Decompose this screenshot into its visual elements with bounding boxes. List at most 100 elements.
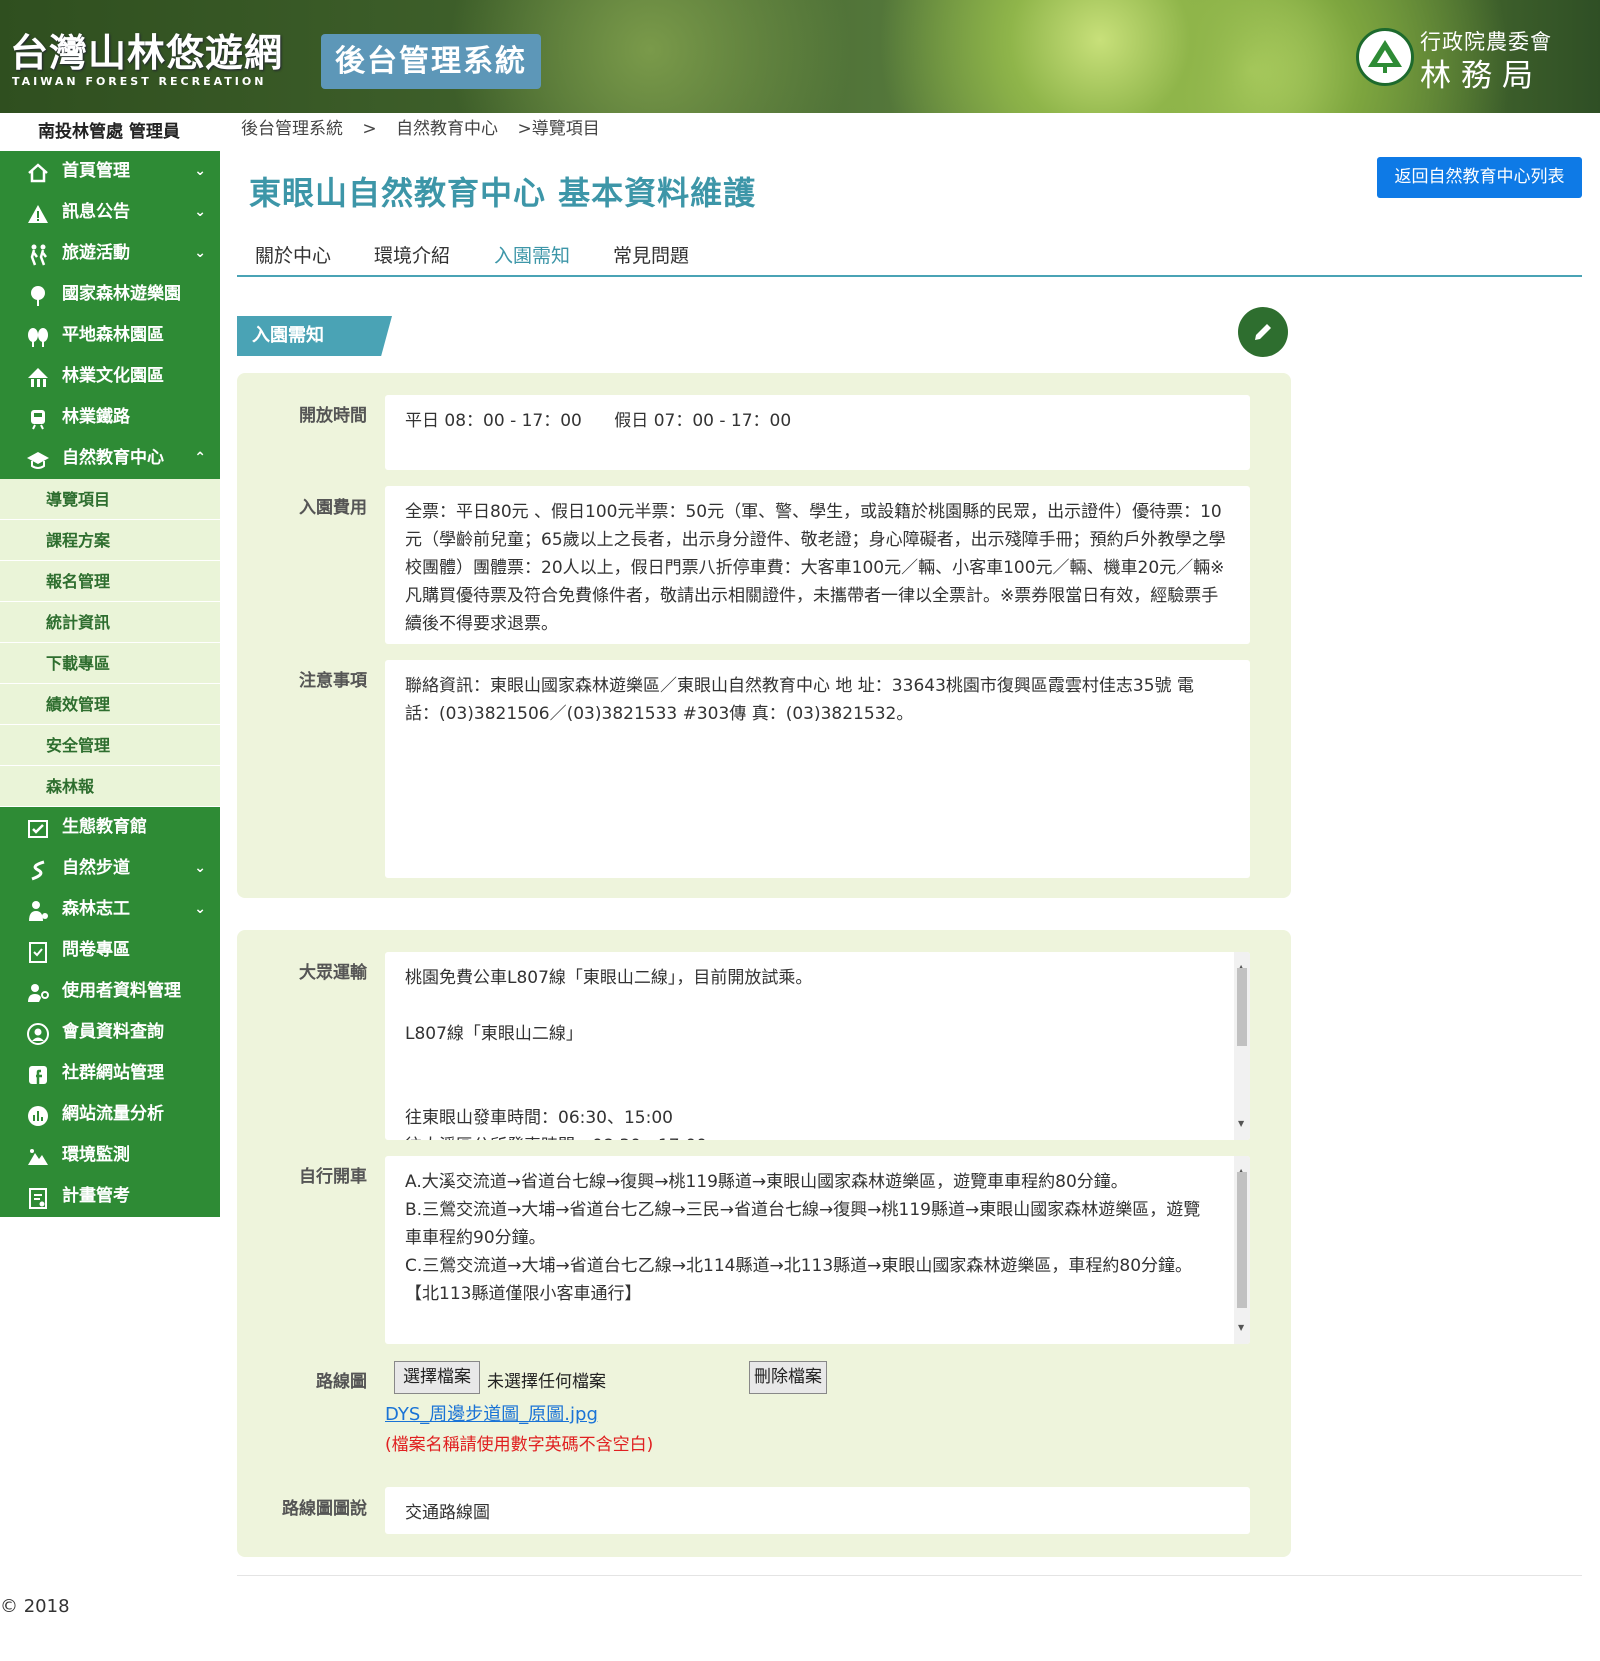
drive-line: C.三鶯交流道→大埔→省道台七乙線→北114縣道→北113縣道→東眼山國家森林遊…	[405, 1256, 1193, 1304]
graduation-icon	[26, 447, 50, 471]
scroll-down-icon[interactable]: ▼	[1238, 1314, 1244, 1342]
transport-panel: 大眾運輸 桃園免費公車L807線「東眼山二線」，目前開放試乘。 L807線「東眼…	[237, 930, 1291, 1557]
tab-entry-notice[interactable]: 入園需知	[494, 241, 570, 268]
sidebar-item-user-management[interactable]: 使用者資料管理	[0, 971, 220, 1012]
sidebar-item-social-media[interactable]: 社群網站管理	[0, 1053, 220, 1094]
sidebar-subitem-safety[interactable]: 安全管理	[0, 725, 220, 766]
agency-logo-icon	[1356, 28, 1414, 86]
sidebar-item-label: 社群網站管理	[62, 1063, 164, 1083]
route-caption-field[interactable]: 交通路線圖	[385, 1487, 1250, 1534]
site-logo[interactable]: 台灣山林悠遊網	[10, 22, 283, 77]
sidebar-item-forest-volunteers[interactable]: 森林志工 ⌄	[0, 889, 220, 930]
sidebar-item-nature-trails[interactable]: 自然步道 ⌄	[0, 848, 220, 889]
sidebar-item-label: 林業文化園區	[62, 366, 164, 386]
sidebar-item-plan-tracking[interactable]: 計畫管考	[0, 1176, 220, 1217]
drive-label: 自行開車	[299, 1167, 367, 1187]
sidebar-item-surveys[interactable]: 問卷專區	[0, 930, 220, 971]
scroll-down-icon[interactable]: ▼	[1238, 1110, 1244, 1138]
sidebar-item-forestry-culture[interactable]: 林業文化園區	[0, 356, 220, 397]
route-map-label: 路線圖	[316, 1372, 367, 1392]
transit-line	[405, 1076, 1210, 1104]
transit-scrollbar[interactable]: ▲ ▼	[1234, 952, 1250, 1140]
footer-divider	[237, 1575, 1582, 1576]
chevron-down-icon: ⌄	[194, 245, 206, 261]
sidebar-item-label: 使用者資料管理	[62, 981, 181, 1001]
sidebar-subitem-guide-items[interactable]: 導覽項目	[0, 479, 220, 520]
sidebar-item-traffic-analytics[interactable]: 網站流量分析	[0, 1094, 220, 1135]
hours-field[interactable]: 平日 08：00 - 17：00 假日 07：00 - 17：00	[385, 395, 1250, 470]
survey-icon	[26, 939, 50, 963]
sidebar: 南投林管處 管理員 首頁管理 ⌄ 訊息公告 ⌄ 旅遊活動 ⌄ 國家森林遊樂園 平…	[0, 113, 220, 1217]
fee-label: 入園費用	[299, 498, 367, 518]
sidebar-subitem-courses[interactable]: 課程方案	[0, 520, 220, 561]
scrollbar-thumb[interactable]	[1237, 968, 1247, 1046]
sidebar-item-forestry-railway[interactable]: 林業鐵路	[0, 397, 220, 438]
tab-faq[interactable]: 常見問題	[613, 241, 689, 268]
sidebar-item-label: 自然步道	[62, 858, 130, 878]
user-settings-icon	[26, 980, 50, 1004]
breadcrumb-home[interactable]: 後台管理系統	[241, 119, 343, 139]
sidebar-item-travel-activities[interactable]: 旅遊活動 ⌄	[0, 233, 220, 274]
breadcrumb: 後台管理系統 > 自然教育中心 >導覽項目	[241, 114, 614, 139]
sidebar-item-label: 旅遊活動	[62, 243, 130, 263]
transit-line	[405, 1048, 1210, 1076]
transit-line: 往東眼山發車時間：06:30、15:00	[405, 1108, 673, 1128]
train-icon	[26, 406, 50, 430]
sidebar-subitem-registration[interactable]: 報名管理	[0, 561, 220, 602]
tab-about-center[interactable]: 關於中心	[255, 241, 331, 268]
transit-textarea[interactable]: 桃園免費公車L807線「東眼山二線」，目前開放試乘。 L807線「東眼山二線」 …	[385, 952, 1250, 1140]
tab-bar: 關於中心 環境介紹 入園需知 常見問題	[237, 233, 1582, 277]
notice-field[interactable]: 聯絡資訊：東眼山國家森林遊樂區／東眼山自然教育中心 地 址：33643桃園市復興…	[385, 660, 1250, 878]
hiking-icon	[26, 242, 50, 266]
drive-textarea[interactable]: A.大溪交流道→省道台七線→復興→桃119縣道→東眼山國家森林遊樂區，遊覽車車程…	[385, 1156, 1250, 1344]
sidebar-item-label: 自然教育中心	[62, 448, 164, 468]
back-to-list-button[interactable]: 返回自然教育中心列表	[1377, 157, 1582, 198]
agency-name-bottom: 林務局	[1420, 58, 1543, 94]
sidebar-item-label: 森林志工	[62, 899, 130, 919]
sidebar-item-eco-museum[interactable]: 生態教育館	[0, 807, 220, 848]
hours-label: 開放時間	[299, 406, 367, 426]
sidebar-menu-bottom: 生態教育館 自然步道 ⌄ 森林志工 ⌄ 問卷專區 使用者資料管理 會員資料查詢 …	[0, 807, 220, 1217]
current-user-label: 南投林管處 管理員	[38, 122, 180, 142]
sidebar-item-label: 網站流量分析	[62, 1104, 164, 1124]
home-icon	[26, 160, 50, 184]
sidebar-item-member-query[interactable]: 會員資料查詢	[0, 1012, 220, 1053]
museum-icon	[26, 816, 50, 840]
sidebar-subitem-statistics[interactable]: 統計資訊	[0, 602, 220, 643]
sidebar-item-home[interactable]: 首頁管理 ⌄	[0, 151, 220, 192]
sidebar-item-environment-monitoring[interactable]: 環境監測	[0, 1135, 220, 1176]
sidebar-item-plain-forest[interactable]: 平地森林園區	[0, 315, 220, 356]
sidebar-item-announcements[interactable]: 訊息公告 ⌄	[0, 192, 220, 233]
section-tag: 入園需知	[237, 316, 392, 356]
sidebar-subitem-performance[interactable]: 績效管理	[0, 684, 220, 725]
breadcrumb-current: >導覽項目	[517, 119, 600, 139]
warning-icon	[26, 201, 50, 225]
sidebar-item-national-forest[interactable]: 國家森林遊樂園	[0, 274, 220, 315]
sidebar-subitem-downloads[interactable]: 下載專區	[0, 643, 220, 684]
forest-icon	[26, 324, 50, 348]
hours-value: 平日 08：00 - 17：00 假日 07：00 - 17：00	[405, 411, 792, 431]
tab-environment[interactable]: 環境介紹	[374, 241, 450, 268]
delete-file-button[interactable]: 刪除檔案	[749, 1361, 827, 1394]
sidebar-item-nature-education[interactable]: 自然教育中心 ⌃	[0, 438, 220, 479]
sidebar-item-label: 計畫管考	[62, 1186, 130, 1206]
scrollbar-thumb[interactable]	[1237, 1172, 1247, 1308]
chevron-down-icon: ⌄	[194, 860, 206, 876]
tree-icon	[26, 283, 50, 307]
route-map-file-link[interactable]: DYS_周邊步道圖_原圖.jpg	[385, 1400, 598, 1426]
sidebar-item-label: 問卷專區	[62, 940, 130, 960]
drive-line: A.大溪交流道→省道台七線→復興→桃119縣道→東眼山國家森林遊樂區，遊覽車車程…	[405, 1172, 1128, 1192]
sidebar-subitem-forest-news[interactable]: 森林報	[0, 766, 220, 807]
member-icon	[26, 1021, 50, 1045]
edit-button[interactable]	[1238, 307, 1288, 357]
sidebar-item-label: 生態教育館	[62, 817, 147, 837]
transit-line: L807線「東眼山二線」	[405, 1024, 583, 1044]
sidebar-item-label: 國家森林遊樂園	[62, 284, 181, 304]
fee-value: 全票：平日80元 、假日100元半票：50元（軍、警、學生，或設籍於桃園縣的民眾…	[405, 502, 1226, 634]
sidebar-menu-top: 首頁管理 ⌄ 訊息公告 ⌄ 旅遊活動 ⌄ 國家森林遊樂園 平地森林園區 林業文化…	[0, 151, 220, 479]
breadcrumb-nature-education[interactable]: 自然教育中心	[396, 119, 498, 139]
fee-field[interactable]: 全票：平日80元 、假日100元半票：50元（軍、警、學生，或設籍於桃園縣的民眾…	[385, 486, 1250, 644]
choose-file-button[interactable]: 選擇檔案	[394, 1361, 480, 1394]
drive-scrollbar[interactable]: ▲ ▼	[1234, 1156, 1250, 1344]
drive-line: B.三鶯交流道→大埔→省道台七乙線→三民→省道台七線→復興→桃119縣道→東眼山…	[405, 1200, 1201, 1248]
